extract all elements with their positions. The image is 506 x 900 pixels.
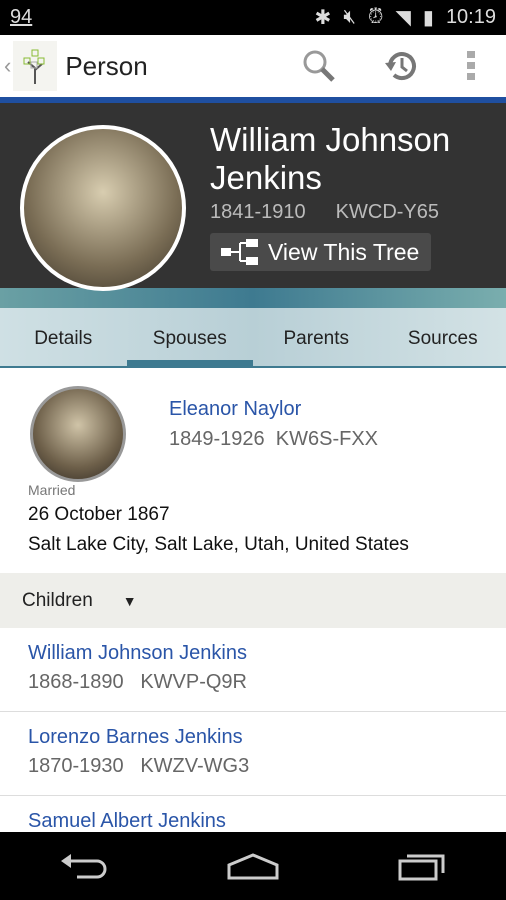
app-logo[interactable] [13,41,58,91]
tab-sources[interactable]: Sources [380,308,506,366]
tree-icon [221,239,258,265]
clock: 10:19 [445,6,496,28]
person-id: KWCD-Y65 [335,201,440,223]
search-icon[interactable] [302,49,336,83]
list-item[interactable]: William Johnson Jenkins 1868-1890 KWVP-Q9… [0,628,506,712]
back-nav-icon[interactable] [59,851,109,881]
spouse-card: Eleanor Naylor 1849-1926 KW6S-FXX Marrie… [0,368,506,573]
overflow-menu-icon[interactable] [466,50,476,82]
home-icon[interactable] [226,851,280,881]
spouse-photo[interactable] [30,386,126,482]
marriage-date: 26 October 1867 [28,504,170,525]
notification-count: 94 [10,6,33,28]
view-tree-button[interactable]: View This Tree [210,233,432,271]
tab-parents[interactable]: Parents [253,308,380,366]
person-name: William Johnson Jenkins [210,121,451,196]
alarm-icon: ⏰︎ [367,6,384,28]
recent-apps-icon[interactable] [397,851,447,881]
person-header: William Johnson Jenkins 1841-1910 KWCD-Y6… [0,103,506,291]
page-title: Person [65,50,148,81]
spouse-name-link[interactable]: Eleanor Naylor [169,398,301,421]
back-icon[interactable]: ‹ [4,53,11,79]
children-dropdown[interactable]: Children ▼ [0,573,506,628]
tab-spouses[interactable]: Spouses [126,308,254,366]
tab-details[interactable]: Details [0,308,127,366]
dropdown-arrow-icon: ▼ [122,592,137,609]
header-band [0,288,506,308]
history-icon[interactable] [384,49,418,83]
bluetooth-icon: ✱ [314,7,332,29]
marriage-place: Salt Lake City, Salt Lake, Utah, United … [28,534,409,555]
person-photo[interactable] [20,125,186,291]
tab-bar: Details Spouses Parents Sources [0,308,506,368]
app-bar: ‹ Person [0,35,506,103]
spouse-info: 1849-1926 KW6S-FXX [169,428,379,450]
mute-icon: 🔇︎ [343,6,356,28]
list-item[interactable]: Lorenzo Barnes Jenkins 1870-1930 KWZV-WG3 [0,712,506,796]
status-bar: 94 ✱ 🔇︎ ⏰︎ ◥ ▮ 10:19 [0,0,506,35]
battery-icon: ▮ [422,7,434,29]
navigation-bar [0,832,506,900]
wifi-icon: ◥ [395,7,411,29]
married-label: Married [28,482,76,498]
person-years: 1841-1910 [210,201,306,223]
